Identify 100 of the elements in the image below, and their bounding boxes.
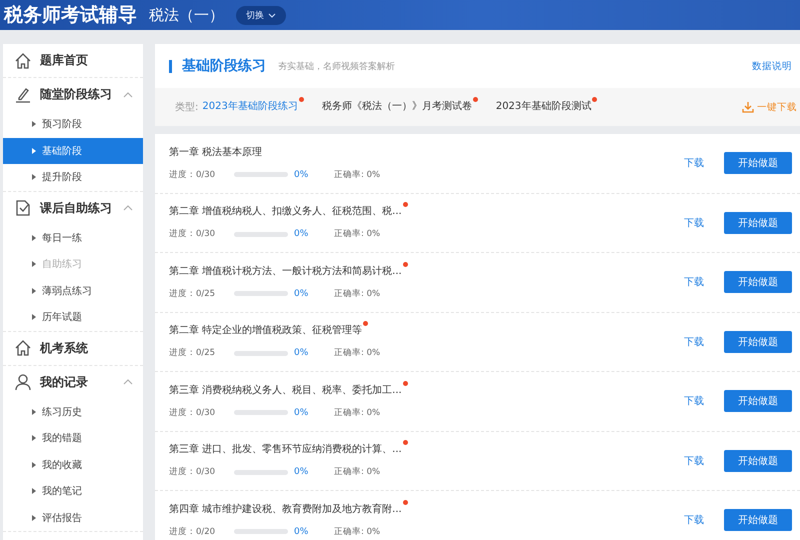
- type-tab[interactable]: 税务师《税法（一）》月考测试卷: [322, 100, 472, 114]
- sidebar-item-label: 我的收藏: [42, 458, 82, 472]
- download-link[interactable]: 下载: [684, 216, 704, 230]
- start-button[interactable]: 开始做题: [724, 271, 792, 294]
- chapter-title: 第二章 特定企业的增值税政策、征税管理等: [169, 324, 362, 338]
- app-title: 税务师考试辅导: [4, 3, 137, 28]
- chapter-title: 第三章 进口、批发、零售环节应纳消费税的计算、...: [169, 443, 402, 458]
- bullet-icon: [32, 435, 36, 442]
- bullet-icon: [32, 462, 36, 468]
- sidebar-item-label: 我的笔记: [42, 484, 82, 498]
- start-button[interactable]: 开始做题: [724, 509, 792, 532]
- progress-count: 进度：0/25: [169, 288, 216, 300]
- sidebar-item-label: 历年试题: [42, 310, 82, 324]
- accuracy-text: 正确率: 0%: [334, 406, 380, 419]
- sidebar-item-label: 评估报告: [42, 512, 82, 525]
- type-tab[interactable]: 2023年基础阶段练习: [202, 100, 298, 114]
- home-icon: [14, 339, 32, 357]
- section-title: 基础阶段练习: [182, 57, 266, 75]
- progress-percent: 0%: [294, 288, 310, 299]
- chapter-title: 第二章 增值税纳税人、扣缴义务人、征税范围、税...: [169, 205, 402, 220]
- download-link[interactable]: 下载: [684, 334, 704, 349]
- switch-button[interactable]: 切换: [236, 6, 286, 24]
- help-link[interactable]: 数据说明: [752, 60, 792, 72]
- progress-count: 进度：0/30: [169, 228, 216, 240]
- sidebar-item[interactable]: 我的收藏: [3, 452, 143, 478]
- chapter-title: 第三章 消费税纳税义务人、税目、税率、委托加工...: [169, 384, 402, 398]
- sidebar-item[interactable]: 练习历史: [3, 398, 143, 425]
- progress-count: 进度：0/25: [169, 347, 216, 360]
- sidebar-group[interactable]: 我的记录: [3, 366, 143, 398]
- progress-count: 进度：0/20: [169, 526, 216, 538]
- sidebar-item[interactable]: 历年试题: [3, 304, 143, 330]
- accuracy-text: 正确率: 0%: [334, 347, 380, 360]
- chapter-title: 第一章 税法基本原理: [169, 146, 262, 160]
- bullet-icon: [32, 148, 36, 154]
- type-tab[interactable]: 2023年基础阶段测试: [496, 100, 592, 114]
- start-button[interactable]: 开始做题: [724, 212, 792, 234]
- progress-percent: 0%: [294, 408, 310, 418]
- sidebar-item[interactable]: 基础阶段: [3, 138, 143, 164]
- section-subtitle: 夯实基础，名师视频答案解析: [278, 60, 396, 72]
- start-button[interactable]: 开始做题: [724, 330, 792, 353]
- chevron-down-icon: [268, 12, 276, 18]
- sidebar-item[interactable]: 评估报告: [3, 504, 143, 531]
- accuracy-text: 正确率: 0%: [334, 466, 380, 478]
- note-icon: [14, 199, 32, 217]
- pen-icon: [14, 86, 32, 104]
- bullet-icon: [32, 121, 36, 128]
- download-icon: [742, 101, 754, 113]
- download-all-link[interactable]: 一键下载: [742, 100, 797, 114]
- bullet-icon: [32, 288, 36, 294]
- accuracy-text: 正确率: 0%: [334, 526, 380, 538]
- sidebar-item-label: 薄弱点练习: [42, 284, 92, 298]
- sidebar-item-label: 每日一练: [42, 232, 82, 245]
- progress-percent: 0%: [294, 229, 310, 240]
- accuracy-text: 正确率: 0%: [334, 288, 380, 300]
- bullet-icon: [32, 408, 36, 415]
- home-icon: [14, 52, 32, 70]
- chapter-title: 第四章 城市维护建设税、教育费附加及地方教育附...: [169, 502, 402, 517]
- sidebar-item[interactable]: 我的笔记: [3, 478, 143, 504]
- sidebar-item-label: 练习历史: [42, 406, 82, 419]
- bullet-icon: [32, 314, 36, 320]
- sidebar-group[interactable]: 随堂阶段练习: [3, 78, 143, 111]
- sidebar-group[interactable]: 机考系统: [3, 332, 143, 364]
- chapter-title: 第二章 增值税计税方法、一般计税方法和简易计税...: [169, 264, 402, 279]
- sidebar-item-label: 提升阶段: [42, 170, 82, 184]
- sidebar-group[interactable]: 课后自助练习: [3, 192, 143, 224]
- sidebar-group[interactable]: 题库首页: [3, 44, 143, 77]
- sidebar-item-label: 预习阶段: [42, 118, 82, 132]
- progress-percent: 0%: [294, 467, 310, 478]
- download-link[interactable]: 下载: [684, 454, 704, 468]
- type-label: 类型:: [175, 100, 198, 114]
- subject-title: 税法（一）: [149, 6, 224, 24]
- download-link[interactable]: 下载: [684, 513, 704, 528]
- start-button[interactable]: 开始做题: [724, 390, 792, 412]
- progress-percent: 0%: [294, 348, 310, 358]
- user-icon: [14, 373, 32, 391]
- bullet-icon: [32, 174, 36, 180]
- sidebar-item[interactable]: 我的错题: [3, 425, 143, 452]
- download-link[interactable]: 下载: [684, 394, 704, 408]
- bullet-icon: [32, 514, 36, 521]
- accuracy-text: 正确率: 0%: [334, 228, 380, 240]
- progress-percent: 0%: [294, 526, 310, 537]
- progress-percent: 0%: [294, 170, 310, 180]
- bullet-icon: [32, 261, 36, 268]
- accuracy-text: 正确率: 0%: [334, 168, 380, 181]
- download-link[interactable]: 下载: [684, 275, 704, 290]
- sidebar-item-label: 我的错题: [42, 432, 82, 446]
- progress-count: 进度：0/30: [169, 406, 216, 419]
- sidebar-item[interactable]: 薄弱点练习: [3, 278, 143, 304]
- sidebar-item-label: 自助练习: [42, 258, 82, 272]
- progress-count: 进度：0/30: [169, 168, 216, 181]
- bullet-icon: [32, 234, 36, 241]
- start-button[interactable]: 开始做题: [724, 450, 792, 472]
- progress-count: 进度：0/30: [169, 466, 216, 478]
- sidebar-item[interactable]: 预习阶段: [3, 111, 143, 138]
- sidebar-item[interactable]: 每日一练: [3, 224, 143, 251]
- bullet-icon: [32, 488, 36, 494]
- download-link[interactable]: 下载: [684, 156, 704, 170]
- sidebar-item-label: 基础阶段: [42, 144, 82, 158]
- sidebar-item[interactable]: 提升阶段: [3, 164, 143, 190]
- start-button[interactable]: 开始做题: [724, 152, 792, 174]
